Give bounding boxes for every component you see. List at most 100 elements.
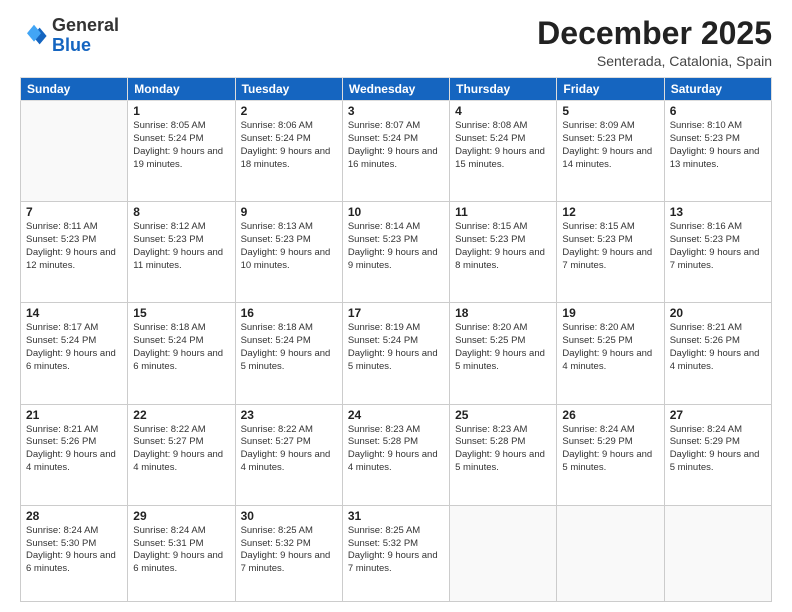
week-row-4: 21Sunrise: 8:21 AM Sunset: 5:26 PM Dayli…	[21, 404, 772, 505]
week-row-1: 1 Sunrise: 8:05 AM Sunset: 5:24 PM Daylig…	[21, 101, 772, 202]
day-number: 23	[241, 408, 337, 422]
day-cell: 10 Sunrise: 8:14 AM Sunset: 5:23 PM Dayli…	[342, 202, 449, 303]
weekday-tuesday: Tuesday	[235, 78, 342, 101]
week-row-3: 14 Sunrise: 8:17 AM Sunset: 5:24 PM Dayli…	[21, 303, 772, 404]
day-cell: 23 Sunrise: 8:22 AM Sunset: 5:27 PM Dayli…	[235, 404, 342, 505]
day-info: Sunrise: 8:23 AM Sunset: 5:28 PM Dayligh…	[348, 424, 444, 475]
day-number: 2	[241, 104, 337, 118]
calendar-header: SundayMondayTuesdayWednesdayThursdayFrid…	[21, 78, 772, 101]
day-cell: 30 Sunrise: 8:25 AM Sunset: 5:32 PM Dayli…	[235, 505, 342, 601]
month-title: December 2025	[537, 16, 772, 51]
day-cell: 2 Sunrise: 8:06 AM Sunset: 5:24 PM Daylig…	[235, 101, 342, 202]
day-number: 12	[562, 205, 658, 219]
day-cell: 24 Sunrise: 8:23 AM Sunset: 5:28 PM Dayli…	[342, 404, 449, 505]
day-cell	[21, 101, 128, 202]
day-cell: 9 Sunrise: 8:13 AM Sunset: 5:23 PM Daylig…	[235, 202, 342, 303]
day-number: 27	[670, 408, 766, 422]
day-cell: 28Sunrise: 8:24 AM Sunset: 5:30 PM Dayli…	[21, 505, 128, 601]
day-info: Sunrise: 8:24 AM Sunset: 5:30 PM Dayligh…	[26, 525, 122, 576]
day-number: 5	[562, 104, 658, 118]
day-info: Sunrise: 8:12 AM Sunset: 5:23 PM Dayligh…	[133, 221, 229, 272]
day-info: Sunrise: 8:25 AM Sunset: 5:32 PM Dayligh…	[241, 525, 337, 576]
day-cell: 17 Sunrise: 8:19 AM Sunset: 5:24 PM Dayli…	[342, 303, 449, 404]
day-number: 7	[26, 205, 122, 219]
logo-icon	[20, 22, 48, 50]
day-info: Sunrise: 8:05 AM Sunset: 5:24 PM Dayligh…	[133, 120, 229, 171]
day-cell: 18Sunrise: 8:20 AM Sunset: 5:25 PM Dayli…	[450, 303, 557, 404]
day-cell: 26 Sunrise: 8:24 AM Sunset: 5:29 PM Dayli…	[557, 404, 664, 505]
calendar-body: 1 Sunrise: 8:05 AM Sunset: 5:24 PM Daylig…	[21, 101, 772, 602]
day-cell: 5Sunrise: 8:09 AM Sunset: 5:23 PM Daylig…	[557, 101, 664, 202]
day-number: 17	[348, 306, 444, 320]
day-info: Sunrise: 8:11 AM Sunset: 5:23 PM Dayligh…	[26, 221, 122, 272]
day-info: Sunrise: 8:15 AM Sunset: 5:23 PM Dayligh…	[455, 221, 551, 272]
day-cell: 29 Sunrise: 8:24 AM Sunset: 5:31 PM Dayli…	[128, 505, 235, 601]
day-cell: 20 Sunrise: 8:21 AM Sunset: 5:26 PM Dayli…	[664, 303, 771, 404]
day-info: Sunrise: 8:18 AM Sunset: 5:24 PM Dayligh…	[241, 322, 337, 373]
day-info: Sunrise: 8:16 AM Sunset: 5:23 PM Dayligh…	[670, 221, 766, 272]
weekday-row: SundayMondayTuesdayWednesdayThursdayFrid…	[21, 78, 772, 101]
day-info: Sunrise: 8:15 AM Sunset: 5:23 PM Dayligh…	[562, 221, 658, 272]
week-row-2: 7 Sunrise: 8:11 AM Sunset: 5:23 PM Daylig…	[21, 202, 772, 303]
title-block: December 2025 Senterada, Catalonia, Spai…	[537, 16, 772, 69]
day-info: Sunrise: 8:24 AM Sunset: 5:29 PM Dayligh…	[562, 424, 658, 475]
day-info: Sunrise: 8:19 AM Sunset: 5:24 PM Dayligh…	[348, 322, 444, 373]
weekday-wednesday: Wednesday	[342, 78, 449, 101]
day-info: Sunrise: 8:14 AM Sunset: 5:23 PM Dayligh…	[348, 221, 444, 272]
day-info: Sunrise: 8:06 AM Sunset: 5:24 PM Dayligh…	[241, 120, 337, 171]
day-cell: 25 Sunrise: 8:23 AM Sunset: 5:28 PM Dayli…	[450, 404, 557, 505]
day-number: 3	[348, 104, 444, 118]
day-cell: 22Sunrise: 8:22 AM Sunset: 5:27 PM Dayli…	[128, 404, 235, 505]
day-cell: 13Sunrise: 8:16 AM Sunset: 5:23 PM Dayli…	[664, 202, 771, 303]
day-number: 24	[348, 408, 444, 422]
day-number: 9	[241, 205, 337, 219]
day-info: Sunrise: 8:17 AM Sunset: 5:24 PM Dayligh…	[26, 322, 122, 373]
location: Senterada, Catalonia, Spain	[537, 53, 772, 69]
logo: General Blue	[20, 16, 119, 56]
page-header: General Blue December 2025 Senterada, Ca…	[20, 16, 772, 69]
day-info: Sunrise: 8:13 AM Sunset: 5:23 PM Dayligh…	[241, 221, 337, 272]
day-info: Sunrise: 8:25 AM Sunset: 5:32 PM Dayligh…	[348, 525, 444, 576]
day-info: Sunrise: 8:24 AM Sunset: 5:31 PM Dayligh…	[133, 525, 229, 576]
day-number: 26	[562, 408, 658, 422]
day-number: 8	[133, 205, 229, 219]
day-number: 21	[26, 408, 122, 422]
day-cell: 12 Sunrise: 8:15 AM Sunset: 5:23 PM Dayli…	[557, 202, 664, 303]
day-number: 18	[455, 306, 551, 320]
day-number: 15	[133, 306, 229, 320]
day-cell: 7 Sunrise: 8:11 AM Sunset: 5:23 PM Daylig…	[21, 202, 128, 303]
day-number: 11	[455, 205, 551, 219]
weekday-saturday: Saturday	[664, 78, 771, 101]
day-number: 31	[348, 509, 444, 523]
day-number: 29	[133, 509, 229, 523]
day-cell: 1 Sunrise: 8:05 AM Sunset: 5:24 PM Daylig…	[128, 101, 235, 202]
weekday-sunday: Sunday	[21, 78, 128, 101]
day-cell: 31 Sunrise: 8:25 AM Sunset: 5:32 PM Dayli…	[342, 505, 449, 601]
day-number: 14	[26, 306, 122, 320]
day-number: 16	[241, 306, 337, 320]
logo-text: General Blue	[52, 16, 119, 56]
day-number: 6	[670, 104, 766, 118]
day-cell: 27 Sunrise: 8:24 AM Sunset: 5:29 PM Dayli…	[664, 404, 771, 505]
day-number: 20	[670, 306, 766, 320]
day-number: 25	[455, 408, 551, 422]
day-info: Sunrise: 8:24 AM Sunset: 5:29 PM Dayligh…	[670, 424, 766, 475]
day-cell: 21Sunrise: 8:21 AM Sunset: 5:26 PM Dayli…	[21, 404, 128, 505]
day-cell	[664, 505, 771, 601]
day-info: Sunrise: 8:07 AM Sunset: 5:24 PM Dayligh…	[348, 120, 444, 171]
weekday-friday: Friday	[557, 78, 664, 101]
day-cell: 19Sunrise: 8:20 AM Sunset: 5:25 PM Dayli…	[557, 303, 664, 404]
day-info: Sunrise: 8:23 AM Sunset: 5:28 PM Dayligh…	[455, 424, 551, 475]
day-number: 10	[348, 205, 444, 219]
day-cell: 4Sunrise: 8:08 AM Sunset: 5:24 PM Daylig…	[450, 101, 557, 202]
day-info: Sunrise: 8:18 AM Sunset: 5:24 PM Dayligh…	[133, 322, 229, 373]
day-number: 1	[133, 104, 229, 118]
calendar: SundayMondayTuesdayWednesdayThursdayFrid…	[20, 77, 772, 602]
day-info: Sunrise: 8:21 AM Sunset: 5:26 PM Dayligh…	[670, 322, 766, 373]
day-number: 30	[241, 509, 337, 523]
day-cell: 16 Sunrise: 8:18 AM Sunset: 5:24 PM Dayli…	[235, 303, 342, 404]
day-cell: 15 Sunrise: 8:18 AM Sunset: 5:24 PM Dayli…	[128, 303, 235, 404]
day-cell: 14 Sunrise: 8:17 AM Sunset: 5:24 PM Dayli…	[21, 303, 128, 404]
day-info: Sunrise: 8:20 AM Sunset: 5:25 PM Dayligh…	[562, 322, 658, 373]
day-info: Sunrise: 8:22 AM Sunset: 5:27 PM Dayligh…	[241, 424, 337, 475]
